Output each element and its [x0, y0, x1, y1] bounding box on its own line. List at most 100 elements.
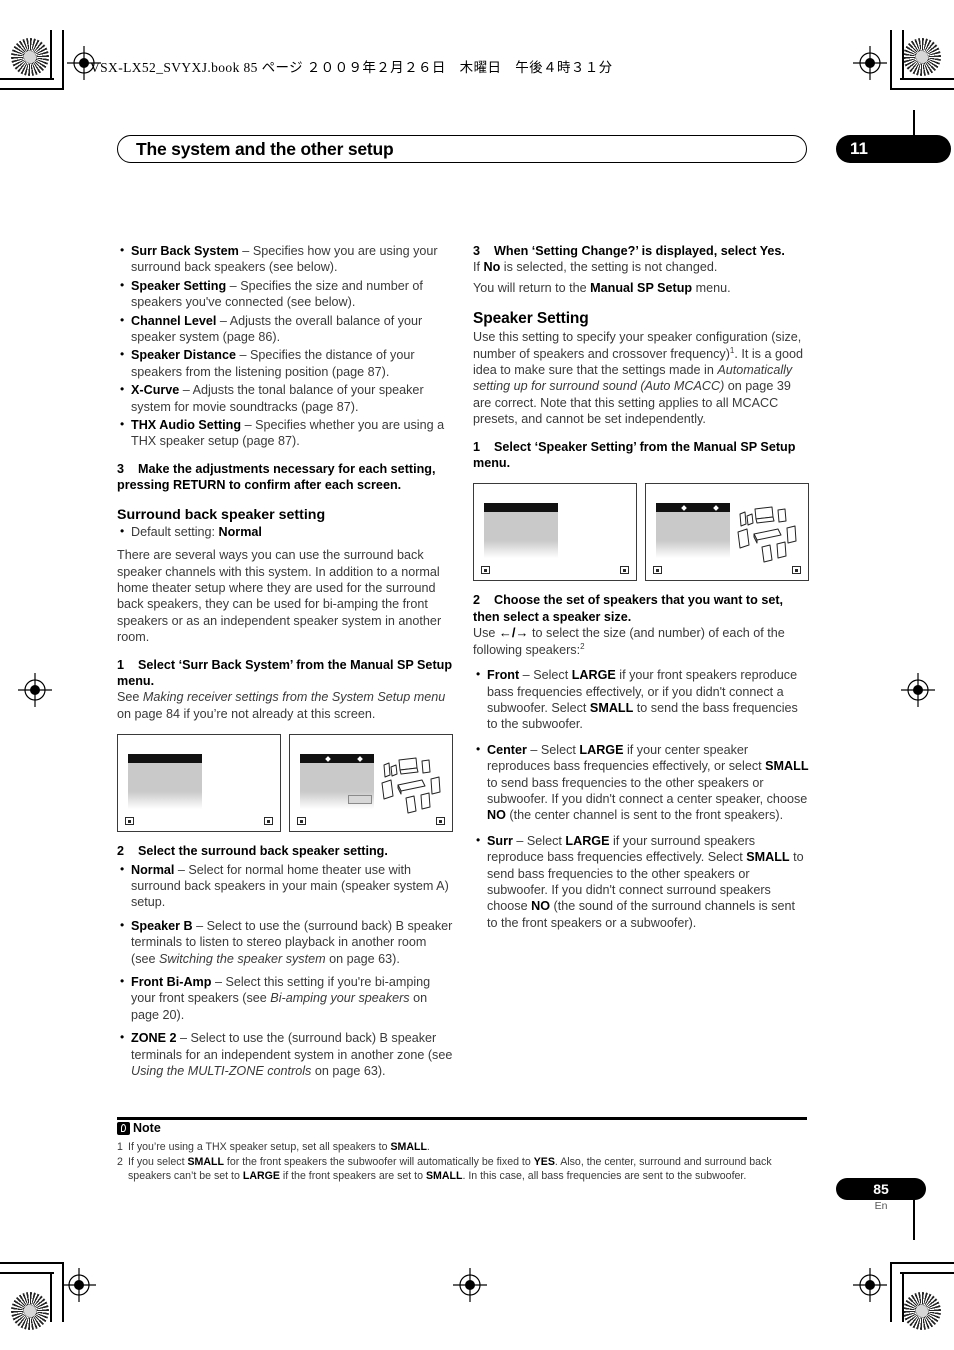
list-item: ZONE 2 – Select to use the (surround bac… — [117, 1029, 453, 1079]
line2-post: menu. — [692, 280, 731, 295]
step2-pre: Use — [473, 626, 499, 641]
bullet-term: Center — [487, 742, 527, 757]
trim-mark-bl-v2 — [50, 1272, 52, 1322]
bullet-desc: – Select for normal home theater use wit… — [131, 862, 449, 910]
left-column: Surr Back System – Specifies how you are… — [117, 242, 453, 1081]
footnote-text: If you’re using a THX speaker setup, set… — [128, 1141, 430, 1153]
line2-pre: You will return to the — [473, 280, 591, 295]
section-heading-speaker-setting: Speaker Setting — [473, 310, 589, 328]
note-label: Note — [133, 1121, 161, 1135]
step-2-right-body: Use ←/→ to select the size (and number) … — [473, 625, 809, 658]
step-2-left: 2 Select the surround back speaker settin… — [117, 843, 453, 859]
default-setting-label: Default setting: — [131, 524, 219, 539]
list-item: Channel Level – Adjusts the overall bala… — [117, 312, 453, 346]
trim-mark-tl-v — [50, 30, 52, 80]
intro-paragraph-right: Use this setting to specify your speaker… — [473, 329, 809, 427]
step-1-left: 1 Select ‘Surr Back System’ from the Manu… — [117, 657, 453, 690]
list-item: Front Bi-Amp – Select this setting if yo… — [117, 973, 453, 1023]
keyword-large: LARGE — [242, 1170, 280, 1183]
trim-mark-tl-h — [0, 78, 54, 80]
registration-crosshair-mid-right — [901, 673, 935, 707]
keyword-large: LARGE — [571, 668, 616, 683]
registration-crosshair-mid-left — [18, 673, 52, 707]
bullet-term: Front — [487, 668, 520, 683]
trim-mark-tr-h2 — [890, 88, 954, 90]
trim-mark-tr-v2 — [890, 30, 892, 90]
trim-mark-tl-h2 — [0, 88, 64, 90]
step-number: 2 — [117, 844, 125, 859]
note-header: Note — [117, 1121, 161, 1135]
list-item: Surr – Select LARGE if your surround spe… — [473, 832, 809, 931]
osd-corner-badge-right-icon — [620, 566, 629, 575]
line1-pre: If — [473, 260, 484, 275]
footnote-text: If you select SMALL for the front speake… — [128, 1156, 772, 1183]
surround-back-option-list: Normal – Select for normal home theater … — [117, 861, 453, 1080]
list-item: X-Curve – Adjusts the tonal balance of y… — [117, 381, 453, 415]
osd-title-bar — [128, 754, 202, 764]
osd-title-bar — [484, 503, 558, 513]
osd-value-chip — [348, 795, 372, 805]
bullet-term: Normal — [131, 862, 175, 877]
list-item: Front – Select LARGE if your front speak… — [473, 666, 809, 733]
footnote-number: 1 — [117, 1141, 123, 1153]
step-1-right: 1 Select ‘Speaker Setting’ from the Manua… — [473, 439, 809, 472]
page-number-label: 85 — [873, 1181, 889, 1197]
footnote-ref-2: 2 — [580, 641, 585, 651]
keyword-small: SMALL — [589, 700, 634, 715]
bullet-term: ZONE 2 — [131, 1031, 177, 1046]
registration-crosshair-bottom-center — [453, 1268, 487, 1302]
osd-screenshot-room — [645, 483, 809, 582]
bullet-desc: – Select LARGE if your front speakers re… — [487, 668, 798, 732]
chapter-number-badge: 11 — [836, 135, 951, 163]
step-text: Make the adjustments necessary for each … — [117, 461, 436, 493]
osd-illustration-pair-left — [117, 734, 453, 833]
page-language-label: En — [874, 1200, 888, 1212]
note-divider-rule — [117, 1117, 807, 1120]
speaker-size-option-list: Front – Select LARGE if your front speak… — [473, 666, 809, 931]
step-number: 2 — [473, 593, 481, 608]
bullet-italic-ref: Using the MULTI-ZONE controls — [131, 1064, 312, 1079]
trim-mark-bl-h2 — [0, 1272, 54, 1274]
osd-corner-badge-left-icon — [125, 817, 134, 826]
bullet-term: Speaker Setting — [131, 278, 227, 293]
step1-italic-ref: Making receiver settings from the System… — [142, 690, 446, 705]
keyword-no: NO — [487, 808, 506, 823]
keyword-large: LARGE — [579, 742, 624, 757]
osd-corner-badge-left-icon — [653, 566, 662, 575]
step-3-right-line2: You will return to the Manual SP Setup m… — [473, 280, 809, 296]
osd-corner-badge-right-icon — [264, 817, 273, 826]
keyword-small: SMALL — [187, 1156, 224, 1169]
osd-corner-badge-left-icon — [297, 817, 306, 826]
trim-mark-br-h — [890, 1262, 954, 1264]
osd-screenshot-menu — [117, 734, 281, 833]
step-2-right: 2 Choose the set of speakers that you wan… — [473, 592, 809, 625]
bullet-term: Speaker B — [131, 918, 193, 933]
bullet-term: X-Curve — [131, 383, 180, 398]
osd-corner-badge-right-icon — [792, 566, 801, 575]
osd-menu-panel — [128, 763, 202, 810]
bullet-italic-ref: Bi-amping your speakers — [270, 991, 410, 1006]
step-text: When ‘Setting Change?’ is displayed, sel… — [494, 244, 785, 258]
registration-crosshair-bottom-right — [853, 1268, 887, 1302]
bullet-desc2: on page 63). — [325, 951, 400, 966]
bullet-term: Channel Level — [131, 313, 217, 328]
osd-menu-panel — [484, 512, 558, 559]
keyword-large: LARGE — [565, 833, 610, 848]
trim-mark-tl-v2 — [62, 30, 64, 90]
speaker-layout-diagram-icon — [381, 757, 441, 814]
default-setting-list: Default setting: Normal — [117, 523, 453, 540]
keyword-no: NO — [531, 899, 550, 914]
bullet-term: Speaker Distance — [131, 348, 237, 363]
footnote-number: 2 — [117, 1156, 123, 1169]
bullet-term: Surr Back System — [131, 244, 239, 258]
step1-post: on page 84 if you’re not already at this… — [117, 706, 376, 721]
step-text: Choose the set of speakers that you want… — [473, 593, 784, 624]
trim-mark-tr-v — [902, 30, 904, 80]
list-item: Normal – Select for normal home theater … — [117, 861, 453, 911]
keyword-small: SMALL — [425, 1170, 463, 1183]
registration-crosshair-bottom-left — [62, 1268, 96, 1302]
left-right-arrow-icon: ←/→ — [498, 625, 529, 641]
step-number: 3 — [117, 461, 125, 476]
osd-corner-badge-right-icon — [436, 817, 445, 826]
osd-title-bar — [656, 503, 730, 513]
